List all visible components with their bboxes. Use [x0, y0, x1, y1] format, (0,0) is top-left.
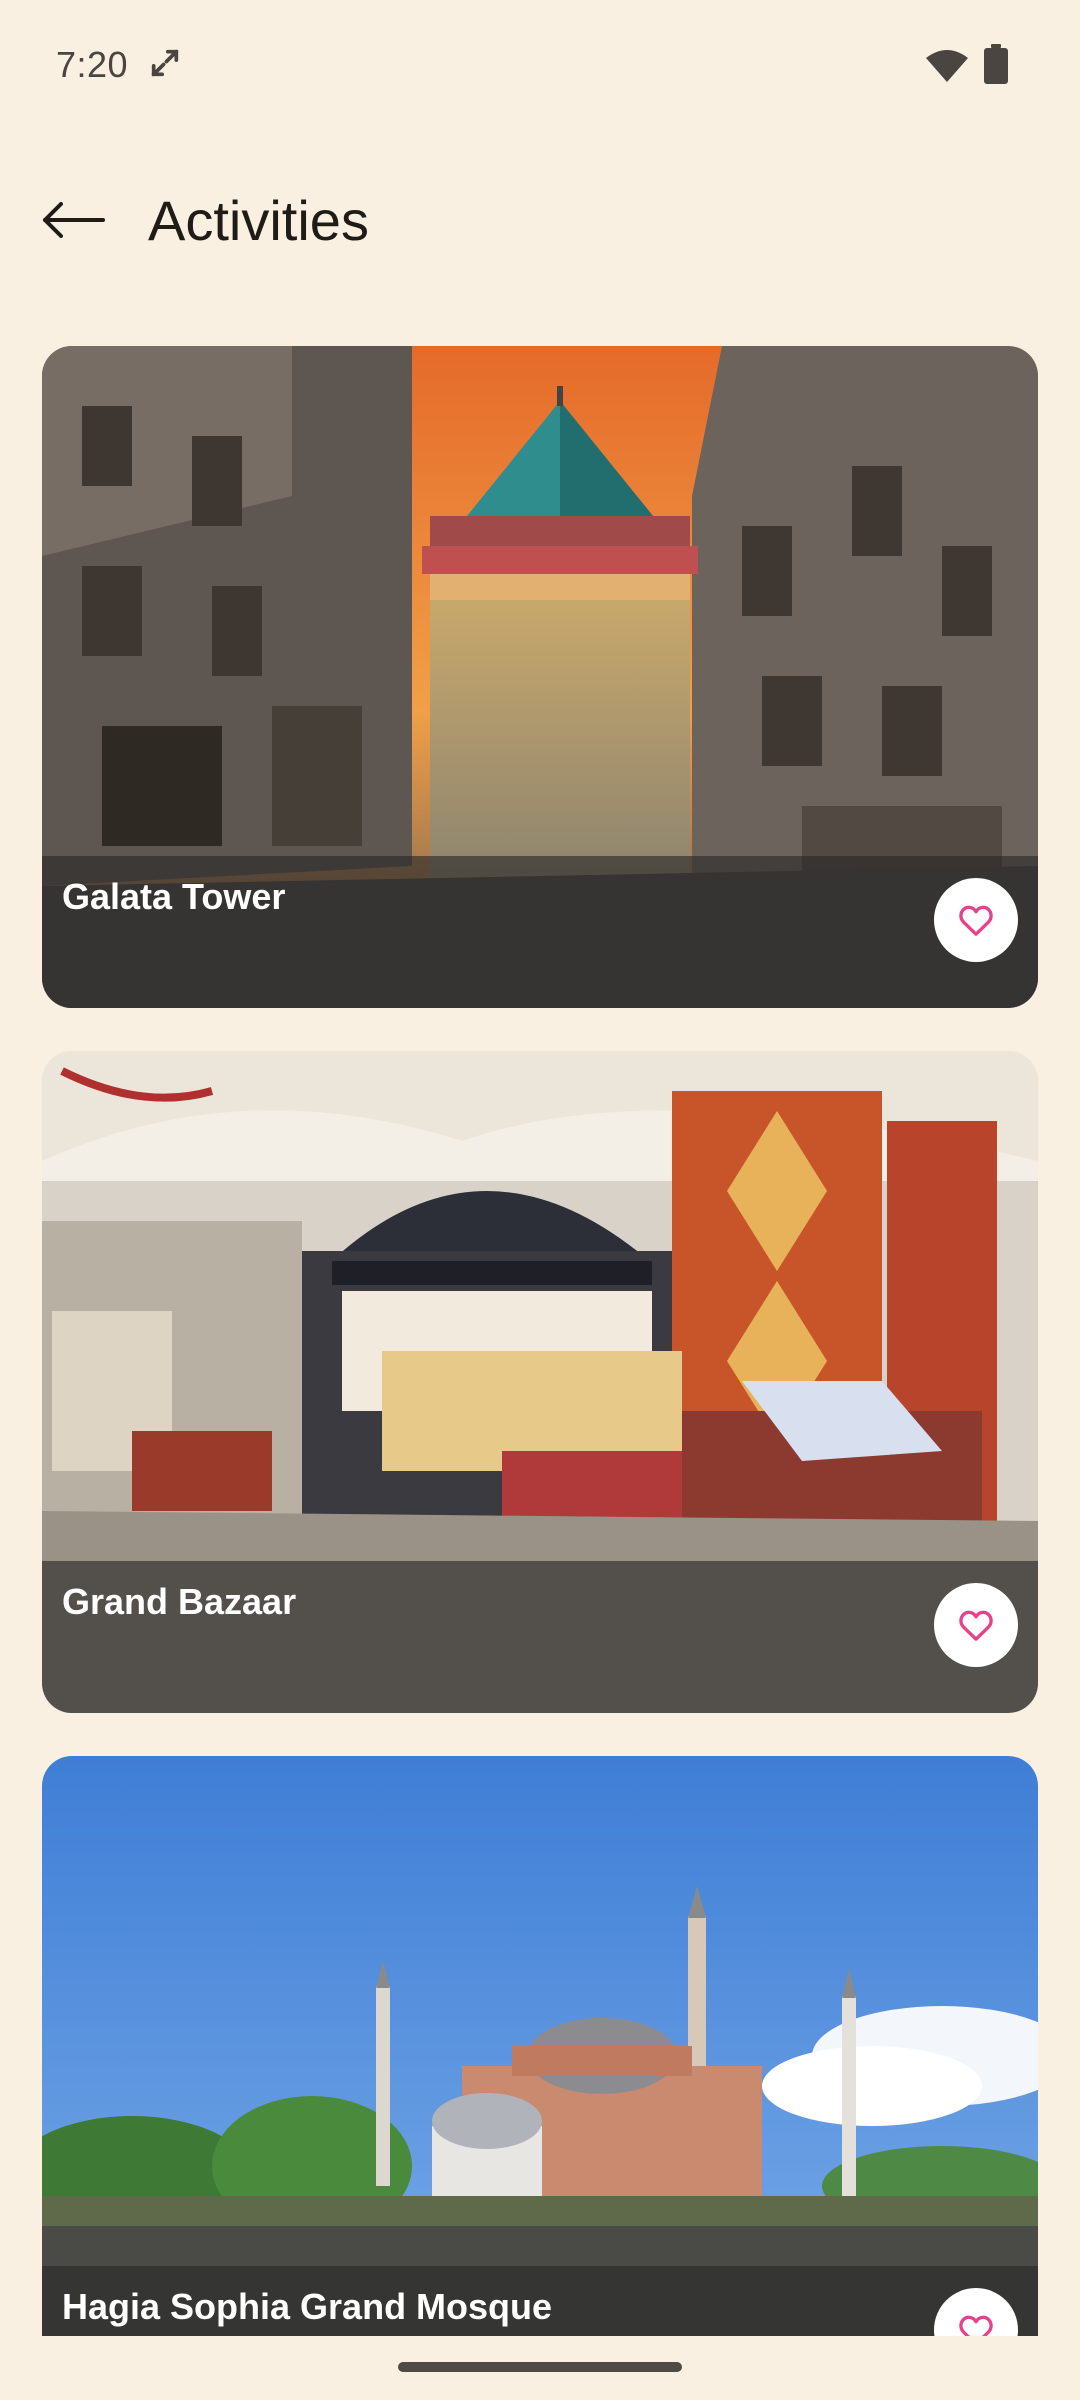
arrow-back-icon [43, 202, 105, 238]
activity-title: Galata Tower [62, 876, 286, 917]
status-bar: 7:20 [0, 0, 1080, 136]
sync-icon [151, 49, 179, 77]
gesture-nav-handle[interactable] [398, 2362, 682, 2372]
favorite-button[interactable] [934, 1583, 1018, 1667]
activity-title: Grand Bazaar [62, 1581, 297, 1622]
activity-card[interactable]: Hagia Sophia Grand Mosque [42, 1756, 1038, 2336]
battery-icon [984, 44, 1008, 84]
status-time: 7:20 [56, 44, 129, 85]
heart-outline-icon [959, 2315, 993, 2336]
wifi-icon [926, 50, 968, 82]
activities-list[interactable]: Galata Tower Grand Bazaar Hagia Sophia G… [42, 346, 1038, 2336]
heart-outline-icon [959, 1610, 993, 1641]
activity-card[interactable]: Grand Bazaar [42, 1051, 1038, 1713]
favorite-button[interactable] [934, 878, 1018, 962]
heart-outline-icon [959, 905, 993, 936]
top-app-bar: Activities [0, 160, 1080, 280]
activity-image [42, 1756, 1038, 2336]
page-title: Activities [148, 189, 369, 252]
activity-title: Hagia Sophia Grand Mosque [62, 2286, 553, 2327]
activity-card[interactable]: Galata Tower [42, 346, 1038, 1008]
back-button[interactable] [30, 176, 118, 264]
